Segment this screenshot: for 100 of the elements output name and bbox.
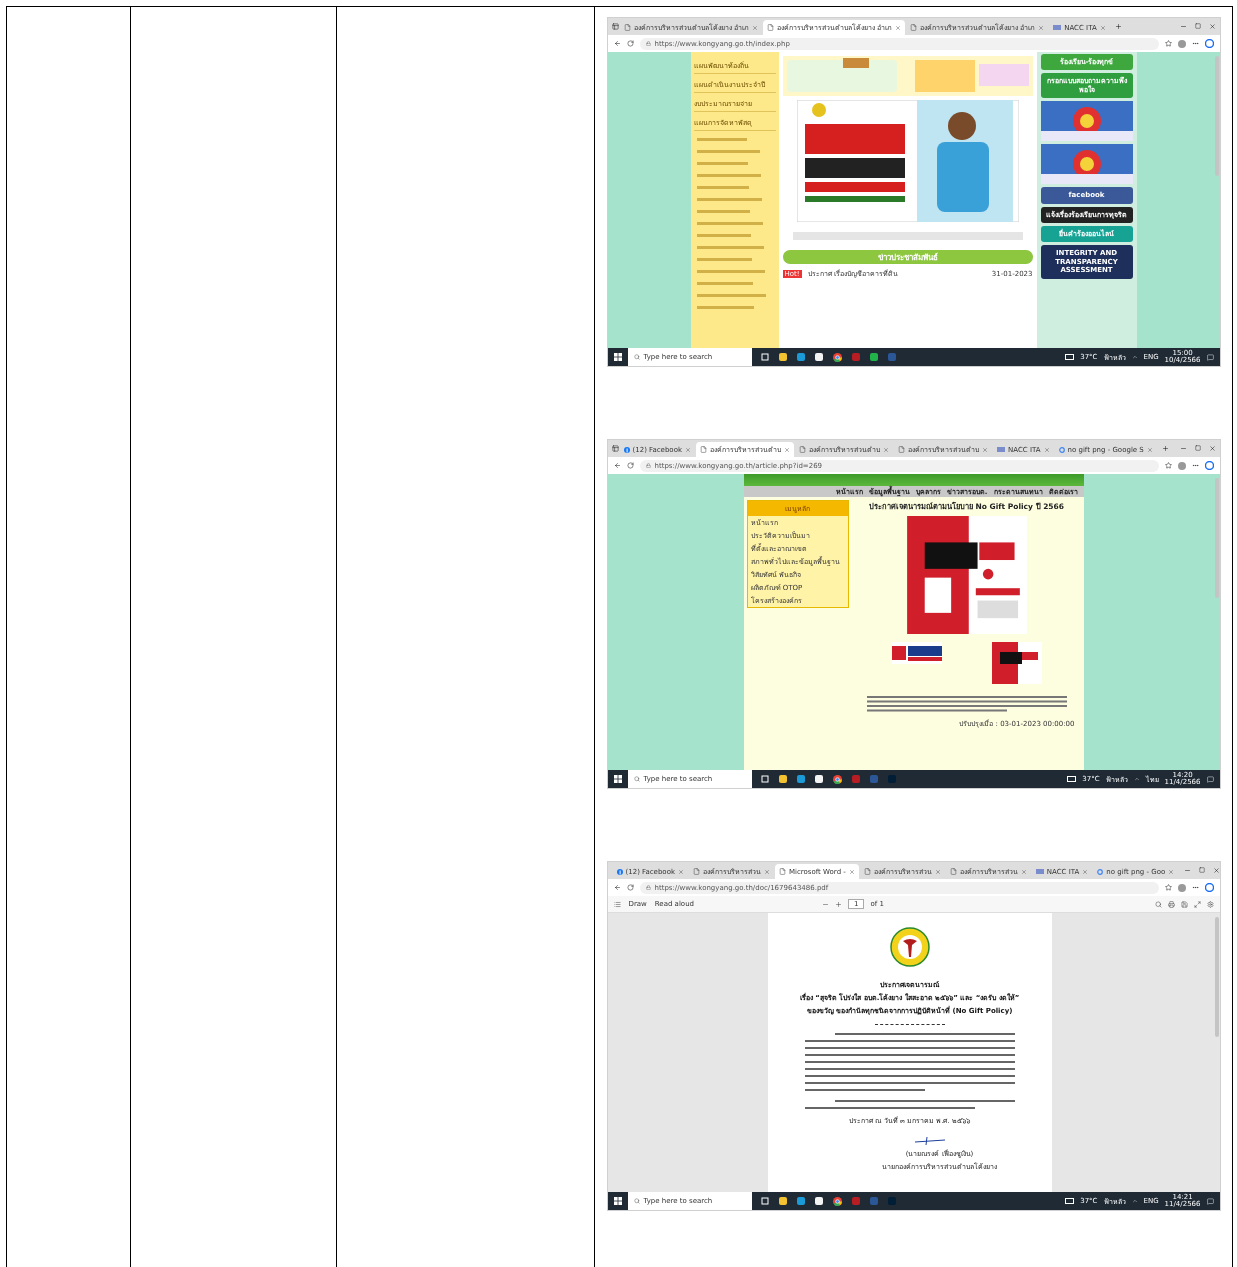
close-icon[interactable] [1168,868,1175,875]
profile-icon[interactable] [1177,883,1186,892]
edge-icon[interactable] [796,775,805,783]
close-icon[interactable] [1146,446,1153,453]
page-icon [623,24,631,31]
favorite-icon[interactable] [1164,40,1172,47]
scrollbar[interactable] [1214,56,1219,176]
close-icon[interactable] [1082,868,1089,875]
close-icon[interactable] [751,24,758,31]
signature-drawing [912,1136,947,1146]
back-icon[interactable] [613,462,621,469]
facebook-icon [623,446,630,453]
word-icon[interactable] [887,353,896,361]
bing-icon[interactable] [1204,461,1214,470]
tray-chevron-icon[interactable] [1133,776,1140,782]
facebook-icon [616,868,623,875]
fullscreen-icon[interactable] [1193,900,1201,908]
windows-icon[interactable] [613,353,622,361]
windows-icon[interactable] [613,1197,622,1205]
close-icon[interactable] [1208,445,1216,452]
contents-icon[interactable] [613,900,621,908]
scrollbar[interactable] [1214,478,1219,598]
back-icon[interactable] [613,40,621,47]
maximize-icon[interactable] [1194,445,1201,451]
chrome-icon[interactable] [832,1196,842,1206]
folder-icon[interactable] [778,353,787,361]
page-icon [766,24,774,31]
close-icon[interactable] [1043,446,1050,453]
refresh-icon[interactable] [626,462,634,469]
new-tab-icon[interactable] [1114,23,1122,30]
close-icon[interactable] [883,446,889,453]
store-icon[interactable] [814,353,823,361]
task-view-icon[interactable] [760,1197,769,1205]
page-icon [863,868,871,875]
page-icon [898,446,905,453]
camera-icon[interactable] [851,775,860,783]
search-icon [633,354,640,360]
favorite-icon[interactable] [1164,462,1172,469]
close-icon[interactable] [934,868,941,875]
store-icon[interactable] [814,775,823,783]
back-icon[interactable] [613,884,621,891]
refresh-icon[interactable] [626,40,634,47]
close-icon[interactable] [848,868,855,875]
close-icon[interactable] [1020,868,1027,875]
tab-actions-icon[interactable] [611,445,619,452]
camera-icon[interactable] [851,1197,860,1205]
scrollbar[interactable] [1214,917,1219,1037]
folder-icon[interactable] [778,775,787,783]
store-icon[interactable] [814,1197,823,1205]
close-icon[interactable] [678,868,684,875]
folder-icon[interactable] [778,1197,787,1205]
page-icon [779,868,786,875]
google-icon [1058,446,1065,453]
maximize-icon[interactable] [1194,23,1201,29]
close-icon[interactable] [1099,24,1106,31]
search-icon [633,1198,640,1204]
chrome-icon[interactable] [832,774,842,784]
close-icon[interactable] [685,446,691,453]
new-tab-icon[interactable] [1161,445,1169,452]
edge-icon[interactable] [796,353,805,361]
close-icon[interactable] [1208,23,1216,30]
maximize-icon[interactable] [1199,867,1206,873]
tab-actions-icon[interactable] [611,23,619,30]
close-icon[interactable] [894,24,901,31]
word-icon[interactable] [869,775,878,783]
minimize-icon[interactable] [1179,445,1187,452]
notification-icon[interactable] [1206,775,1214,783]
task-view-icon[interactable] [760,775,769,783]
task-view-icon[interactable] [760,353,769,361]
settings-icon[interactable] [1206,900,1214,908]
favorite-icon[interactable] [1164,884,1172,891]
profile-icon[interactable] [1177,461,1186,470]
camera-icon[interactable] [851,353,860,361]
page-icon [693,868,700,875]
search-icon[interactable] [1154,900,1162,908]
profile-icon[interactable] [1177,39,1186,48]
tray-chevron-icon[interactable] [1131,1198,1138,1204]
close-icon[interactable] [1213,867,1221,874]
edge-icon[interactable] [796,1197,805,1205]
minimize-icon[interactable] [1184,867,1192,874]
print-icon[interactable] [1167,900,1175,908]
word-icon[interactable] [869,1197,878,1205]
minimize-icon[interactable] [1179,23,1187,30]
emblem-icon [889,927,930,967]
tray-chevron-icon[interactable] [1131,354,1138,360]
close-icon[interactable] [784,446,790,453]
close-icon[interactable] [764,868,770,875]
notification-icon[interactable] [1206,1197,1214,1205]
zoom-in-icon[interactable] [835,900,842,908]
refresh-icon[interactable] [626,884,634,891]
bing-icon[interactable] [1204,883,1214,892]
page-icon [799,446,806,453]
chrome-icon[interactable] [832,352,842,362]
notification-icon[interactable] [1206,353,1214,361]
save-icon[interactable] [1180,900,1188,908]
close-icon[interactable] [1038,24,1045,31]
bing-icon[interactable] [1204,39,1214,48]
page-icon [909,24,917,31]
windows-icon[interactable] [613,775,622,783]
close-icon[interactable] [982,446,988,453]
